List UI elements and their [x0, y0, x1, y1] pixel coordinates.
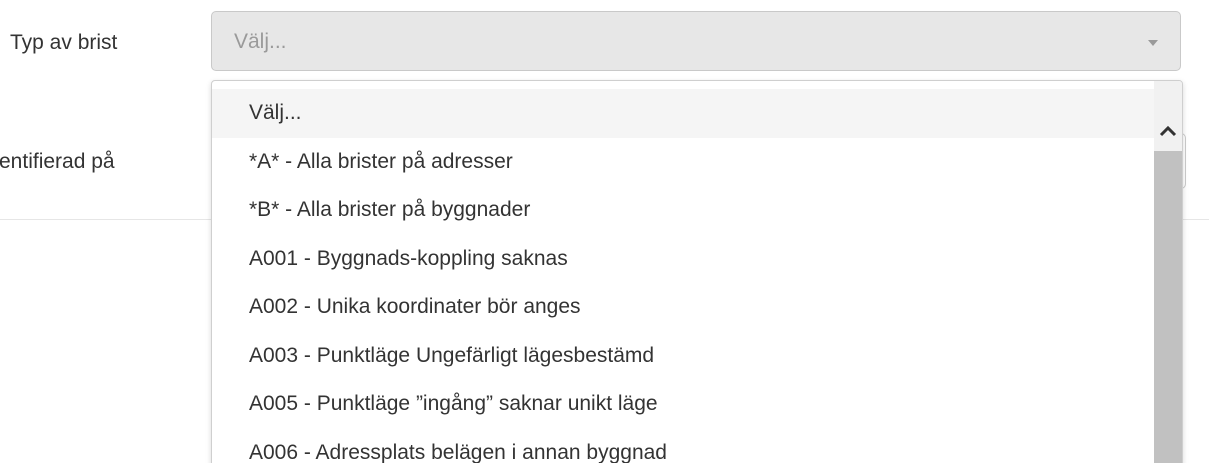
dropdown-scrollbar[interactable] [1154, 81, 1182, 463]
dropdown-option-b-all[interactable]: *B* - Alla brister på byggnader [212, 186, 1154, 235]
caret-down-icon[interactable] [1148, 40, 1158, 46]
dropdown-option-a003[interactable]: A003 - Punktläge Ungefärligt lägesbestäm… [212, 332, 1154, 381]
scrollbar-thumb[interactable] [1154, 151, 1182, 463]
chevron-up-icon[interactable] [1154, 111, 1182, 151]
typ-av-brist-dropdown: Välj... *A* - Alla brister på adresser *… [211, 80, 1183, 463]
form-page: Typ av brist Välj... entifierad på Välj.… [0, 0, 1209, 463]
dropdown-option-a-all[interactable]: *A* - Alla brister på adresser [212, 138, 1154, 187]
typ-av-brist-select[interactable]: Välj... [211, 11, 1181, 71]
dropdown-option-a002[interactable]: A002 - Unika koordinater bör anges [212, 283, 1154, 332]
dropdown-option-a005[interactable]: A005 - Punktläge ”ingång” saknar unikt l… [212, 380, 1154, 429]
dropdown-option-a001[interactable]: A001 - Byggnads-koppling saknas [212, 235, 1154, 284]
identifierad-pa-label: entifierad på [0, 150, 115, 173]
select-placeholder: Välj... [234, 30, 287, 53]
typ-av-brist-label: Typ av brist [10, 31, 118, 54]
dropdown-option-valj[interactable]: Välj... [212, 89, 1154, 138]
dropdown-option-a006[interactable]: A006 - Adressplats belägen i annan byggn… [212, 429, 1154, 463]
dropdown-options: Välj... *A* - Alla brister på adresser *… [212, 89, 1154, 463]
